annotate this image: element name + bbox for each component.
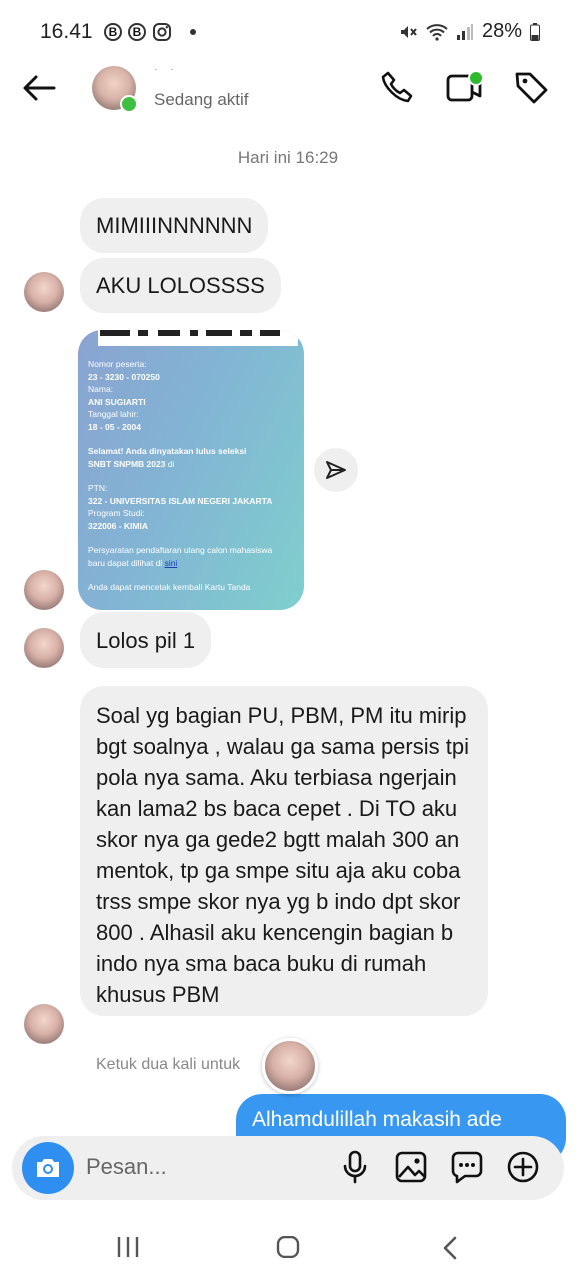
video-active-dot [468,70,484,86]
sini-link[interactable]: sini [165,558,178,568]
microphone-icon[interactable] [340,1150,370,1184]
tag-icon[interactable] [514,70,550,104]
tgl-label: Tanggal lahir: [88,409,139,419]
home-icon[interactable] [276,1236,300,1258]
recent-apps-icon[interactable] [116,1236,140,1258]
selamat-line-2: SNBT SNPMB 2023 [88,458,166,469]
message-bubble[interactable]: AKU LOLOSSSS [80,258,281,313]
sticker-chat-icon[interactable] [450,1150,484,1184]
wifi-icon [426,23,448,41]
sender-avatar[interactable] [24,272,64,312]
signal-icon [456,23,473,40]
battery-percent: 28% [481,20,522,42]
send-icon [326,461,346,479]
prodi-label: Program Studi: [88,508,145,518]
add-circle-icon[interactable] [506,1150,540,1184]
message-bubble[interactable]: MIMIIINNNNNN [80,198,269,253]
mute-icon [400,25,417,38]
sender-avatar[interactable] [24,628,64,668]
day-timestamp: Hari ini 16:29 [237,148,339,167]
tgl-value: 18 - 05 - 2004 [88,421,141,432]
prodi-value: 322006 - KIMIA [88,520,148,531]
share-button[interactable] [314,448,358,492]
ptn-value: 322 - UNIVERSITAS ISLAM NEGERI JAKARTA [88,495,273,506]
nama-label: Nama: [88,384,114,394]
selamat-line-3: di [165,458,175,469]
camera-icon [37,1159,59,1177]
shared-post-card[interactable]: Nomor peserta: 23 - 3230 - 070250 Nama: … [78,330,304,610]
status-time: 16.41 [40,20,93,43]
b-notification-icon: B [104,23,122,41]
status-right: 28% [398,20,540,43]
persyaratan-line-2: baru dapat dilihat di [88,557,165,568]
instagram-icon [153,23,171,41]
b-notification-icon-2: B [128,23,146,41]
seen-by-avatar [262,1038,318,1094]
nomor-label: Nomor peserta: [88,359,147,369]
sender-avatar[interactable] [24,1004,64,1044]
ptn-label: PTN: [88,483,108,493]
active-status: Sedang aktif [154,90,249,109]
persyaratan-line-1: Persyaratan pendaftaran ulang calon maha… [88,545,273,555]
contact-name[interactable]: ˙ ˙ [154,66,179,82]
nama-value: ANI SUGIARTI [88,396,146,407]
cetak-line: Anda dapat mencetak kembali Kartu Tanda [88,582,251,592]
sender-avatar[interactable] [24,570,64,610]
double-tap-hint: Ketuk dua kali untuk [96,1056,241,1073]
back-arrow-icon[interactable] [22,74,56,102]
card-barcode [98,330,298,346]
gallery-icon[interactable] [394,1150,428,1184]
camera-button[interactable] [22,1142,74,1194]
status-notification-icons: B B [104,22,196,42]
online-indicator [120,95,138,113]
selamat-line-1: Selamat! Anda dinyatakan lulus seleksi [88,446,247,456]
message-bubble[interactable]: Lolos pil 1 [80,612,212,668]
nav-back-icon[interactable] [440,1236,460,1260]
card-text: Nomor peserta: 23 - 3230 - 070250 Nama: … [88,358,298,594]
message-input[interactable]: Pesan... [86,1154,167,1180]
phone-icon[interactable] [380,70,414,104]
nomor-value: 23 - 3230 - 070250 [88,371,160,382]
message-bubble[interactable]: Soal yg bagian PU, PBM, PM itu mirip bgt… [80,686,488,1016]
more-notifications-dot [190,29,196,35]
battery-icon [530,22,540,41]
